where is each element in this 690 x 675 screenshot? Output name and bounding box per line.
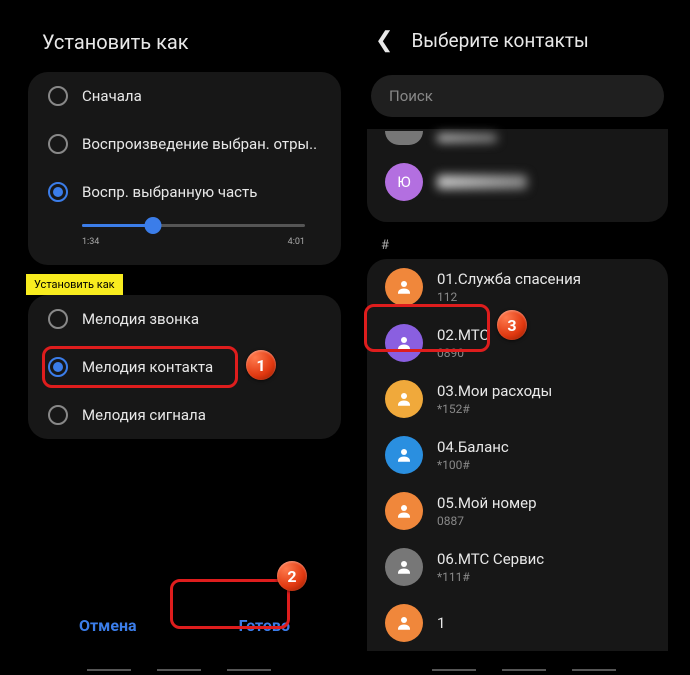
avatar [385, 436, 423, 474]
avatar [385, 492, 423, 530]
radio-label: Мелодия сигнала [82, 406, 206, 424]
slider-start-time: 1:34 [82, 237, 99, 247]
contact-name: 01.Служба спасения [437, 270, 650, 288]
dialog-buttons: Отмена Готово [28, 602, 341, 649]
contact-name: 05.Мой номер [437, 494, 650, 512]
avatar [385, 324, 423, 362]
set-as-options-card: Мелодия звонка Мелодия контакта Мелодия … [28, 295, 341, 439]
avatar: Ю [385, 163, 423, 201]
contact-row[interactable]: 06.МТС Сервис *111# [367, 539, 668, 595]
contacts-pane: ❮ Выберите контакты Поиск Ю # 01.Служба … [357, 0, 690, 675]
step-marker-2: 2 [277, 561, 307, 591]
contact-row[interactable]: 05.Мой номер 0887 [367, 483, 668, 539]
contact-name: 1 [437, 614, 650, 632]
radio-play-from-start[interactable]: Сначала [28, 72, 341, 120]
back-icon[interactable]: ❮ [375, 28, 393, 53]
radio-icon [48, 405, 68, 425]
contact-sub: *100# [437, 458, 650, 472]
playback-slider[interactable]: 1:34 4:01 [28, 224, 341, 265]
contact-sub: 0890 [437, 346, 650, 360]
contact-row[interactable]: 01.Служба спасения 112 [367, 259, 668, 315]
page-title: Установить как [42, 30, 341, 54]
search-input[interactable]: Поиск [371, 75, 664, 117]
contact-name: 06.МТС Сервис [437, 550, 650, 568]
radio-label: Мелодия звонка [82, 310, 199, 328]
radio-play-selected-fragment[interactable]: Воспроизведение выбран. отры.. [28, 120, 341, 168]
slider-end-time: 4:01 [288, 237, 305, 247]
radio-label: Мелодия контакта [82, 358, 213, 376]
step-marker-3: 3 [497, 310, 527, 340]
contact-sub: *111# [437, 570, 650, 584]
radio-icon [48, 309, 68, 329]
radio-icon-selected [48, 182, 68, 202]
radio-label: Воспр. выбранную часть [82, 183, 257, 201]
radio-icon-selected [48, 357, 68, 377]
contact-row[interactable]: 03.Мои расходы *152# [367, 371, 668, 427]
radio-ringtone[interactable]: Мелодия звонка [28, 295, 341, 343]
radio-contact-melody[interactable]: Мелодия контакта [28, 343, 341, 391]
contacts-header: ❮ Выберите контакты [361, 12, 674, 69]
recent-contacts-card: Ю [367, 129, 668, 222]
blurred-name [437, 175, 527, 189]
contact-sub: 112 [437, 290, 650, 304]
radio-label: Сначала [82, 87, 142, 105]
step-marker-1: 1 [246, 350, 276, 380]
header-title: Выберите контакты [411, 29, 588, 52]
playback-options-card: Сначала Воспроизведение выбран. отры.. В… [28, 72, 341, 265]
contact-sub: *152# [437, 402, 650, 416]
blurred-name [437, 134, 497, 142]
avatar [385, 268, 423, 306]
done-button[interactable]: Готово [211, 602, 318, 649]
contact-row[interactable] [367, 131, 668, 154]
contact-name: 02.МТС [437, 326, 650, 344]
section-header: # [361, 228, 674, 259]
contact-name: 03.Мои расходы [437, 382, 650, 400]
cancel-button[interactable]: Отмена [51, 602, 165, 649]
avatar [385, 131, 423, 145]
avatar [385, 604, 423, 642]
contact-name: 04.Баланс [437, 438, 650, 456]
contact-sub: 0887 [437, 514, 650, 528]
highlight-tag: Установить как [26, 274, 123, 295]
nav-indicator [0, 669, 357, 671]
avatar [385, 380, 423, 418]
contact-row[interactable]: 1 [367, 595, 668, 651]
nav-indicator [357, 669, 690, 671]
radio-icon [48, 86, 68, 106]
radio-play-selected-part[interactable]: Воспр. выбранную часть [28, 168, 341, 216]
contact-row[interactable]: Ю [367, 154, 668, 210]
radio-icon [48, 134, 68, 154]
contact-row[interactable]: 04.Баланс *100# [367, 427, 668, 483]
radio-alarm[interactable]: Мелодия сигнала [28, 391, 341, 439]
radio-label: Воспроизведение выбран. отры.. [82, 135, 317, 153]
avatar [385, 548, 423, 586]
